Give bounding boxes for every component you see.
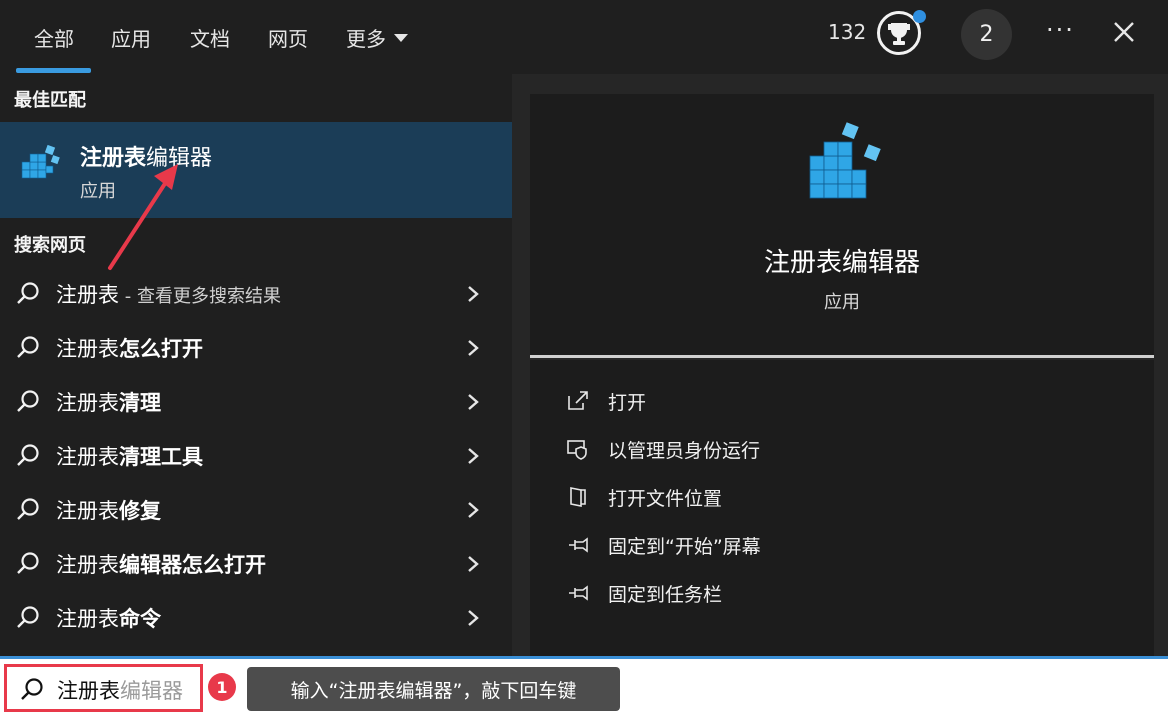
search-icon	[17, 282, 39, 304]
search-icon	[21, 678, 43, 700]
app-title: 注册表编辑器	[763, 248, 920, 278]
search-typed-text: 注册表	[57, 679, 120, 703]
best-match-subtitle: 应用	[80, 181, 116, 202]
app-type: 应用	[824, 292, 860, 313]
web-search-heading: 搜索网页	[14, 235, 86, 256]
chevron-right-icon	[468, 340, 479, 356]
detail-panel: 注册表编辑器 应用 打开 以管理员身份运行 打开文件位置 固定到“开始”屏幕 固…	[512, 74, 1168, 656]
chevron-right-icon	[468, 286, 479, 302]
chevron-right-icon	[468, 448, 479, 464]
results-panel: 最佳匹配 注册表编辑器 应用 搜索网页 注册表 - 查看更多搜索结果 注册表怎么…	[0, 74, 512, 656]
chevron-right-icon	[468, 556, 479, 572]
web-result-row[interactable]: 注册表怎么打开	[0, 321, 512, 375]
tab-web[interactable]: 网页	[268, 0, 308, 74]
search-autocomplete: 编辑器	[120, 679, 183, 703]
registry-editor-icon	[809, 122, 881, 199]
top-bar: 全部 应用 文档 网页 更多 132 2 ···	[0, 0, 1168, 74]
web-result-row[interactable]: 注册表编辑器怎么打开	[0, 537, 512, 591]
chevron-down-icon	[394, 34, 408, 42]
search-icon	[17, 498, 39, 520]
chevron-right-icon	[468, 394, 479, 410]
search-icon	[17, 444, 39, 466]
notification-dot	[913, 10, 926, 23]
action-pin-to-taskbar[interactable]: 固定到任务栏	[566, 578, 722, 608]
open-external-icon	[568, 391, 588, 410]
best-match-title: 注册表编辑器	[80, 146, 213, 171]
action-open-file-location[interactable]: 打开文件位置	[566, 482, 722, 512]
pin-icon	[569, 537, 588, 553]
action-list: 打开 以管理员身份运行 打开文件位置 固定到“开始”屏幕 固定到任务栏	[530, 360, 1154, 656]
pin-icon	[569, 585, 588, 601]
web-result-row[interactable]: 注册表清理	[0, 375, 512, 429]
divider	[530, 355, 1154, 358]
search-bar: 注册表编辑器 1 输入“注册表编辑器”，敲下回车键	[0, 656, 1168, 718]
instruction-tooltip: 输入“注册表编辑器”，敲下回车键	[247, 667, 620, 711]
avatar[interactable]: 2	[961, 9, 1012, 60]
chevron-right-icon	[468, 502, 479, 518]
tab-documents[interactable]: 文档	[190, 0, 230, 74]
web-result-row[interactable]: 注册表清理工具	[0, 429, 512, 483]
best-match-heading: 最佳匹配	[14, 90, 86, 111]
registry-editor-icon	[21, 144, 60, 179]
active-tab-indicator	[16, 68, 91, 73]
shield-run-as-admin-icon	[567, 440, 587, 460]
chevron-right-icon	[468, 610, 479, 626]
app-preview-card: 注册表编辑器 应用	[530, 94, 1154, 356]
search-icon	[17, 606, 39, 628]
tab-apps[interactable]: 应用	[111, 0, 151, 74]
web-result-row[interactable]: 注册表修复	[0, 483, 512, 537]
search-icon	[17, 336, 39, 358]
search-icon	[17, 390, 39, 412]
file-location-icon	[570, 487, 586, 507]
tab-all[interactable]: 全部	[34, 0, 74, 74]
best-match-item[interactable]: 注册表编辑器 应用	[0, 122, 512, 218]
action-run-as-admin[interactable]: 以管理员身份运行	[566, 434, 760, 464]
search-input[interactable]: 注册表编辑器	[4, 664, 203, 712]
close-icon[interactable]	[1110, 18, 1138, 46]
action-open[interactable]: 打开	[566, 386, 646, 416]
web-result-row[interactable]: 注册表命令	[0, 591, 512, 645]
step-number-badge: 1	[208, 673, 236, 701]
action-pin-to-start[interactable]: 固定到“开始”屏幕	[566, 530, 761, 560]
search-icon	[17, 552, 39, 574]
rewards-points[interactable]: 132	[828, 20, 866, 44]
tab-more[interactable]: 更多	[346, 0, 408, 74]
more-options-icon[interactable]: ···	[1046, 16, 1075, 44]
web-result-row[interactable]: 注册表 - 查看更多搜索结果	[0, 267, 512, 321]
